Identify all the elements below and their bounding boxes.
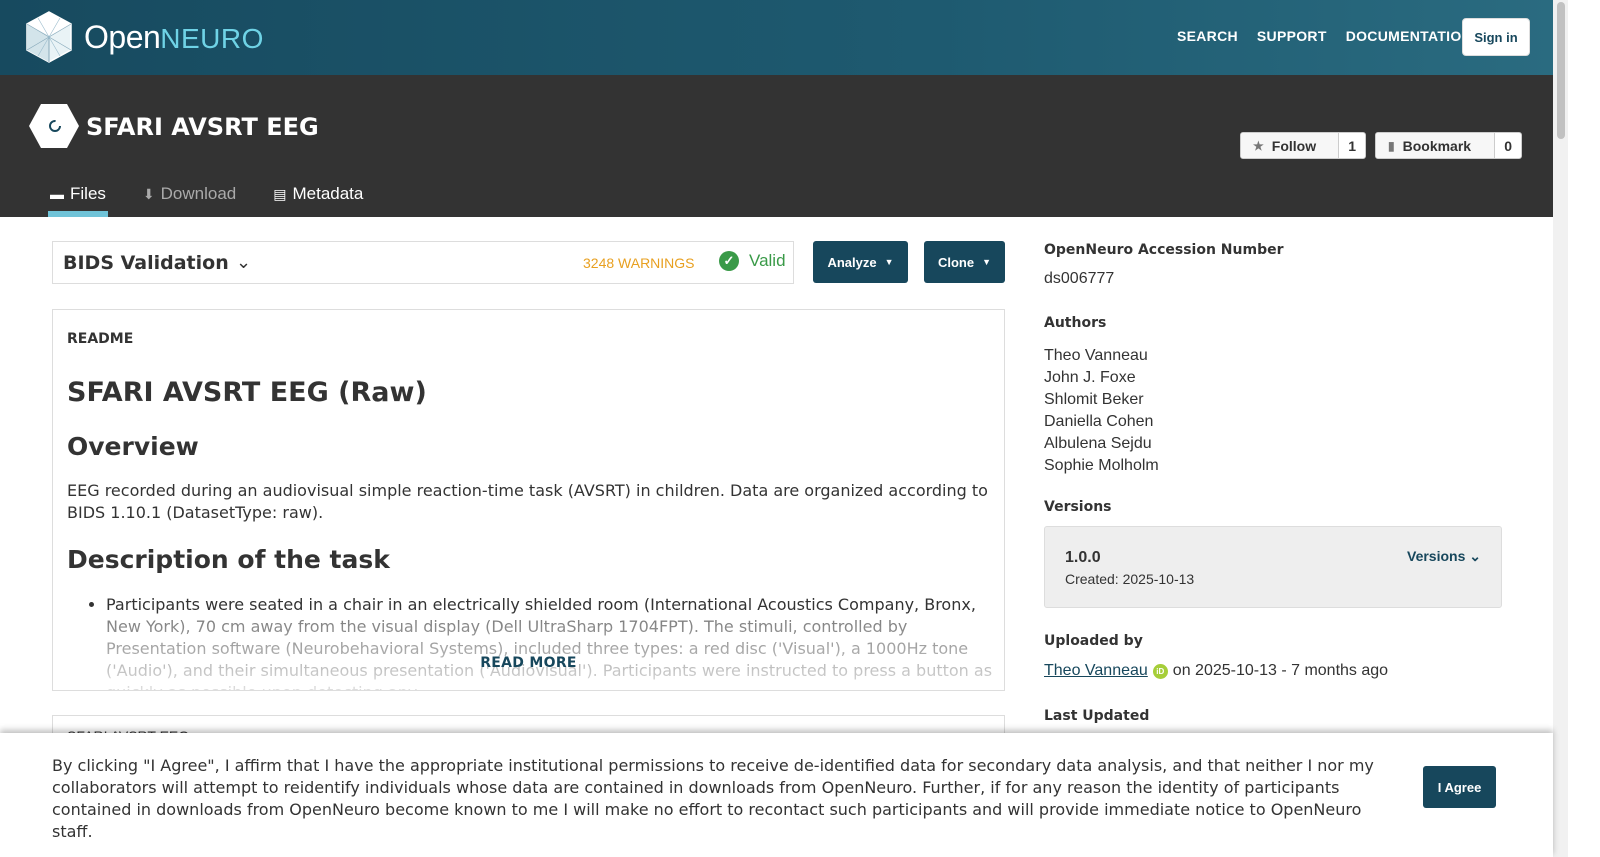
logo-cube-icon [26,11,72,63]
dataset-title: SFARI AVSRT EEG [86,113,319,141]
version-box: 1.0.0 Created: 2025-10-13 Versions ⌄ [1044,526,1502,608]
check-circle-icon: ✓ [719,251,739,271]
version-number: 1.0.0 [1065,549,1101,566]
caret-down-icon: ▼ [884,257,894,267]
validation-warnings: 3248 WARNINGS [583,255,695,271]
openneuro-logo[interactable]: OpenNEURO [24,10,264,64]
bookmark-button[interactable]: ▮ Bookmark [1376,133,1496,158]
authors-list: Theo Vanneau John J. Foxe Shlomit Beker … [1044,345,1159,477]
logo-open-text: Open [84,18,161,55]
readme-heading: SFARI AVSRT EEG (Raw) [67,377,427,408]
sign-in-button[interactable]: Sign in [1462,18,1530,56]
chevron-down-icon: ⌄ [1469,548,1481,564]
validation-status-label: Valid [749,251,786,270]
page-scrollbar[interactable] [1553,0,1568,857]
read-more-button[interactable]: READ MORE [53,655,1004,671]
bookmark-label: Bookmark [1402,137,1472,154]
nav-link-search[interactable]: SEARCH [1177,28,1238,44]
readme-fade [53,616,1004,690]
readme-label: README [67,331,134,347]
versions-dropdown-label: Versions [1407,548,1466,564]
orcid-icon[interactable]: iD [1152,663,1168,679]
validation-status: ✓ Valid [719,251,786,271]
bookmark-icon: ▮ [1388,138,1395,153]
scrollbar-thumb[interactable] [1557,2,1565,139]
overview-heading: Overview [67,432,199,461]
author-name: Shlomit Beker [1044,391,1144,408]
bookmark-button-group[interactable]: ▮ Bookmark 0 [1375,132,1522,159]
dataset-hexagon-icon [29,104,79,148]
version-created: Created: 2025-10-13 [1065,571,1195,587]
follow-label: Follow [1271,137,1317,154]
uploaded-heading: Uploaded by [1044,633,1143,649]
author-name: John J. Foxe [1044,369,1136,386]
nav-link-support[interactable]: SUPPORT [1257,28,1327,44]
clone-label: Clone [937,254,975,270]
versions-dropdown-button[interactable]: Versions ⌄ [1407,548,1481,565]
star-icon: ★ [1253,138,1264,153]
dataset-tabs: ▬ Files ⬇ Download ▤ Metadata [48,181,398,217]
download-icon: ⬇ [142,186,155,202]
file-code-icon: ▤ [273,186,287,202]
tab-files[interactable]: ▬ Files [48,181,108,217]
last-updated-heading: Last Updated [1044,708,1150,724]
tab-download-label: Download [160,184,237,203]
consent-text: By clicking "I Agree", I affirm that I h… [52,756,1374,841]
bids-validation-panel[interactable]: BIDS Validation ⌄ 3248 WARNINGS ✓ Valid [52,241,794,284]
logo-neuro-text: NEURO [160,22,264,54]
analyze-label: Analyze [827,254,877,270]
readme-panel: README SFARI AVSRT EEG (Raw) Overview EE… [52,309,1005,691]
uploaded-by: Theo Vanneau iD on 2025-10-13 - 7 months… [1044,662,1388,680]
upload-date: on 2025-10-13 - 7 months ago [1172,662,1389,679]
caret-down-icon: ▼ [982,257,992,267]
author-name: Albulena Sejdu [1044,435,1152,452]
follow-button-group[interactable]: ★ Follow 1 [1240,132,1366,159]
consent-banner: By clicking "I Agree", I affirm that I h… [0,733,1553,857]
dataset-header: SFARI AVSRT EEG ★ Follow 1 ▮ Bookmark 0 … [0,75,1553,217]
versions-heading: Versions [1044,499,1112,515]
tab-metadata[interactable]: ▤ Metadata [271,181,365,217]
clone-button[interactable]: Clone ▼ [924,241,1005,283]
analyze-button[interactable]: Analyze ▼ [813,241,908,283]
accession-heading: OpenNeuro Accession Number [1044,242,1284,258]
bookmark-count: 0 [1504,137,1512,154]
overview-text: EEG recorded during an audiovisual simpl… [67,481,988,522]
agree-button[interactable]: I Agree [1423,766,1496,808]
authors-heading: Authors [1044,315,1107,331]
author-name: Theo Vanneau [1044,347,1148,364]
chevron-down-icon[interactable]: ⌄ [236,252,251,273]
top-navbar: OpenNEURO SEARCH SUPPORT DOCUMENTATION [0,0,1553,75]
accession-number: ds006777 [1044,270,1115,287]
uploader-link[interactable]: Theo Vanneau [1044,662,1148,680]
task-heading: Description of the task [67,545,390,574]
validation-title: BIDS Validation [63,252,229,274]
follow-count: 1 [1348,137,1356,154]
folder-icon: ▬ [50,186,64,202]
author-name: Daniella Cohen [1044,413,1154,430]
nav-link-documentation[interactable]: DOCUMENTATION [1346,28,1472,44]
follow-button[interactable]: ★ Follow [1241,133,1340,158]
author-name: Sophie Molholm [1044,457,1159,474]
tab-metadata-label: Metadata [292,184,364,203]
main-nav-links: SEARCH SUPPORT DOCUMENTATION [1177,28,1472,44]
tab-files-label: Files [70,184,106,203]
tab-download[interactable]: ⬇ Download [141,181,238,217]
